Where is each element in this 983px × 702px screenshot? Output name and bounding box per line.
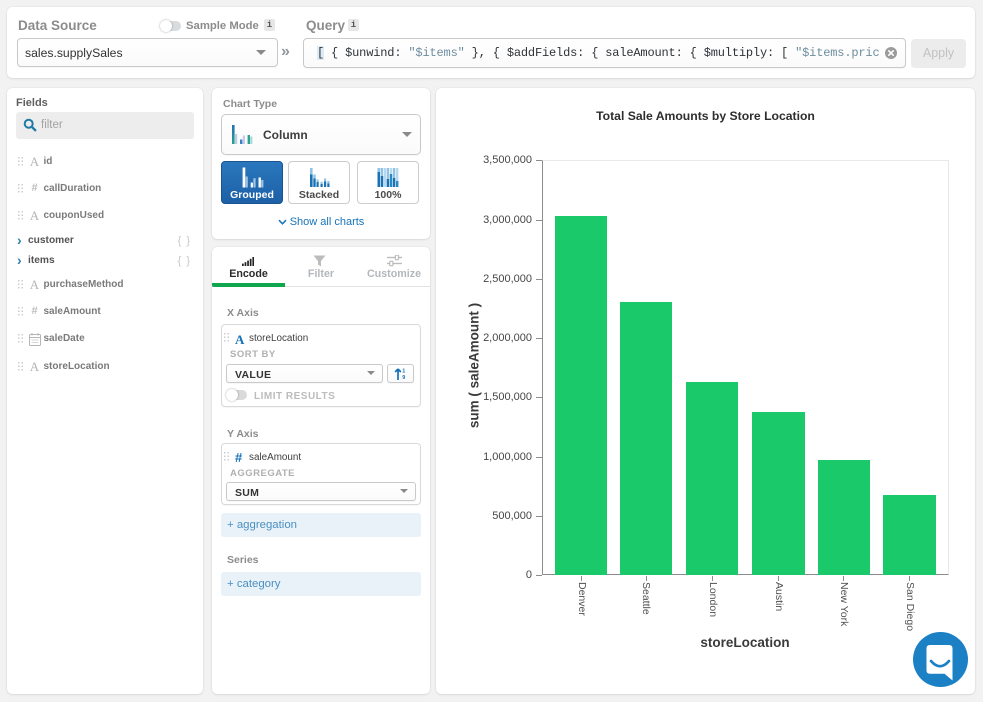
svg-text:1: 1: [402, 369, 405, 375]
svg-text:9: 9: [402, 375, 405, 380]
